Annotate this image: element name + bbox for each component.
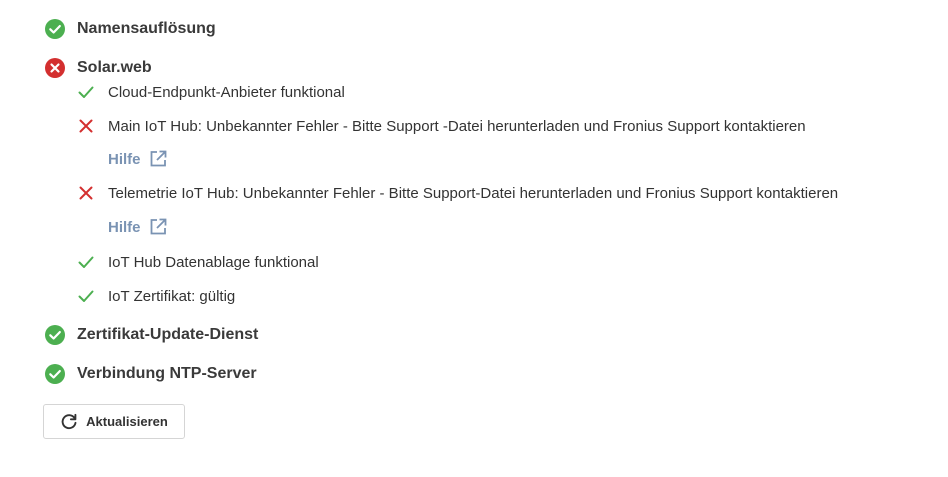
refresh-button[interactable]: Aktualisieren <box>43 404 185 439</box>
check-label: Verbindung NTP-Server <box>77 365 257 382</box>
help-label: Hilfe <box>108 150 141 168</box>
refresh-icon <box>60 413 78 431</box>
check-label: Zertifikat-Update-Dienst <box>77 326 259 343</box>
help-link-telemetrie-iot-hub[interactable]: Hilfe <box>108 216 168 238</box>
subcheck-iot-hub-datenablage: IoT Hub Datenablage funktional <box>77 252 319 272</box>
check-solarweb: Solar.web <box>44 57 152 79</box>
subcheck-label: IoT Hub Datenablage funktional <box>108 253 319 271</box>
subcheck-cloud-endpunkt: Cloud-Endpunkt-Anbieter funktional <box>77 82 345 102</box>
external-link-icon <box>148 217 168 237</box>
help-label: Hilfe <box>108 218 141 236</box>
refresh-button-label: Aktualisieren <box>86 414 168 429</box>
check-circle-icon <box>44 18 66 40</box>
subcheck-label: IoT Zertifikat: gültig <box>108 287 236 305</box>
check-label: Namensauflösung <box>77 20 216 37</box>
check-circle-icon <box>44 324 66 346</box>
subcheck-main-iot-hub: Main IoT Hub: Unbekannter Fehler - Bitte… <box>77 116 806 136</box>
subcheck-telemetrie-iot-hub: Telemetrie IoT Hub: Unbekannter Fehler -… <box>77 183 838 203</box>
check-icon <box>77 83 95 101</box>
check-icon <box>77 253 95 271</box>
check-icon <box>77 287 95 305</box>
error-circle-icon <box>44 57 66 79</box>
check-verbindung-ntp-server: Verbindung NTP-Server <box>44 363 257 385</box>
cross-icon <box>77 117 95 135</box>
check-circle-icon <box>44 363 66 385</box>
subcheck-label: Telemetrie IoT Hub: Unbekannter Fehler -… <box>108 184 839 202</box>
help-link-main-iot-hub[interactable]: Hilfe <box>108 148 168 170</box>
external-link-icon <box>148 149 168 169</box>
subcheck-label: Cloud-Endpunkt-Anbieter funktional <box>108 83 345 101</box>
check-zertifikat-update-dienst: Zertifikat-Update-Dienst <box>44 324 258 346</box>
check-namensaufloesung: Namensauflösung <box>44 18 216 40</box>
subcheck-iot-zertifikat: IoT Zertifikat: gültig <box>77 286 235 306</box>
cross-icon <box>77 184 95 202</box>
check-label: Solar.web <box>77 59 152 76</box>
subcheck-label: Main IoT Hub: Unbekannter Fehler - Bitte… <box>108 117 806 135</box>
